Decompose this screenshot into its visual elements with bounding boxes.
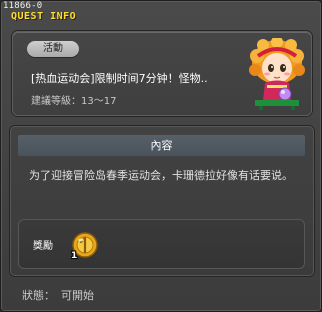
quest-category-badge: 活動 [27, 41, 79, 57]
status-row: 狀態： 可開始 [22, 287, 100, 303]
quest-description: 为了迎接冒险岛春季运动会，卡珊德拉好像有话要说。 [29, 169, 293, 182]
window-id: 11866-0 [3, 1, 43, 11]
status-label: 狀態： [22, 289, 55, 302]
quest-recommended-level: 建議等級：13～17 [31, 96, 117, 107]
status-value: 可開始 [61, 289, 94, 302]
content-panel: 內容 为了迎接冒险岛春季运动会，卡珊德拉好像有话要说。 獎勵 1 [10, 126, 314, 276]
reward-quantity: 1 [71, 251, 78, 261]
window-title: QUEST INFO [11, 11, 77, 22]
reward-item[interactable]: 1 [71, 231, 99, 261]
npc-portrait-icon [249, 36, 305, 110]
quest-info-window: 11866-0 QUEST INFO 活動 [热血运动会]限制时间7分钟！怪物.… [0, 0, 322, 312]
quest-summary-panel: 活動 [热血运动会]限制时间7分钟！怪物.. 建議等級：13～17 [12, 31, 312, 116]
reward-label: 獎勵 [33, 241, 53, 252]
quest-name: [热血运动会]限制时间7分钟！怪物.. [31, 72, 208, 85]
reward-box: 獎勵 1 [18, 219, 305, 269]
content-header: 內容 [18, 135, 305, 156]
